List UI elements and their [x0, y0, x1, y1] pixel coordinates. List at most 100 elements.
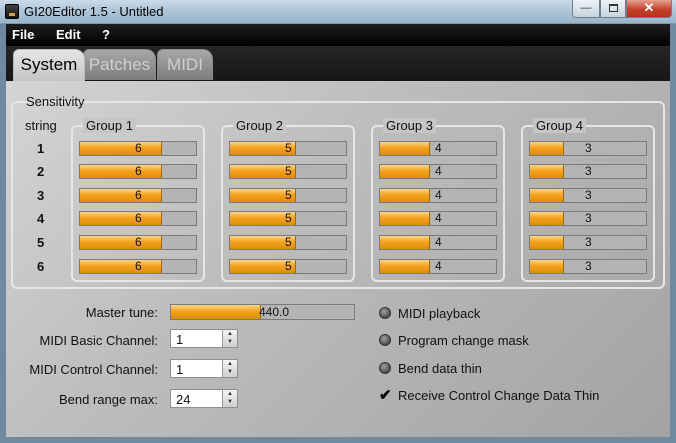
sensitivity-title: Sensitivity — [26, 94, 85, 109]
sensitivity-slider[interactable]: 6 — [79, 141, 197, 156]
sensitivity-slider[interactable]: 5 — [229, 188, 347, 203]
slider-value: 4 — [435, 141, 442, 155]
slider-value: 6 — [135, 141, 142, 155]
group-title: Group 3 — [383, 118, 436, 133]
sensitivity-slider[interactable]: 4 — [379, 164, 497, 179]
slider-value: 5 — [285, 164, 292, 178]
spin-down-icon[interactable]: ▼ — [223, 368, 237, 376]
spin-up-icon[interactable]: ▲ — [223, 360, 237, 368]
maximize-button[interactable] — [600, 0, 626, 18]
slider-fill — [530, 236, 564, 249]
window-title: GI20Editor 1.5 - Untitled — [24, 4, 164, 19]
slider-fill — [530, 260, 564, 273]
spin-up-icon[interactable]: ▲ — [223, 330, 237, 338]
sensitivity-slider[interactable]: 4 — [379, 259, 497, 274]
checkmark-icon[interactable]: ✔ — [379, 386, 392, 404]
string-number: 6 — [37, 259, 45, 274]
slider-fill — [380, 189, 430, 202]
slider-value: 3 — [585, 259, 592, 273]
tab-system[interactable]: System — [13, 49, 85, 81]
sensitivity-slider[interactable]: 6 — [79, 164, 197, 179]
menu-bar: File Edit ? — [6, 24, 670, 46]
group-title: Group 4 — [533, 118, 586, 133]
app-icon — [5, 4, 19, 19]
sensitivity-slider[interactable]: 4 — [379, 188, 497, 203]
slider-value: 4 — [435, 259, 442, 273]
sensitivity-slider[interactable]: 6 — [79, 235, 197, 250]
spin-arrows[interactable]: ▲ ▼ — [222, 330, 237, 347]
slider-fill — [530, 212, 564, 225]
slider-value: 5 — [285, 211, 292, 225]
master-tune-fill — [171, 305, 261, 319]
string-number: 2 — [37, 164, 45, 179]
sensitivity-slider[interactable]: 5 — [229, 164, 347, 179]
menu-help[interactable]: ? — [102, 27, 110, 42]
minimize-button[interactable]: — — [572, 0, 600, 18]
sensitivity-slider[interactable]: 3 — [529, 259, 647, 274]
bend-range-max-spinbox[interactable]: 24 ▲ ▼ — [170, 389, 238, 408]
slider-fill — [80, 189, 163, 202]
slider-value: 3 — [585, 235, 592, 249]
option-label: Receive Control Change Data Thin — [398, 388, 600, 403]
slider-fill — [380, 212, 430, 225]
close-button[interactable]: ✕ — [626, 0, 672, 18]
radio-icon[interactable] — [379, 362, 391, 374]
slider-fill — [80, 142, 163, 155]
tab-midi[interactable]: MIDI — [157, 49, 213, 80]
slider-value: 6 — [135, 259, 142, 273]
bend-range-max-label: Bend range max: — [58, 392, 158, 407]
string-number: 4 — [37, 211, 45, 226]
spin-arrows[interactable]: ▲ ▼ — [222, 360, 237, 377]
slider-value: 3 — [585, 141, 592, 155]
midi-control-channel-value: 1 — [176, 362, 184, 377]
sensitivity-slider[interactable]: 4 — [379, 235, 497, 250]
sensitivity-slider[interactable]: 3 — [529, 141, 647, 156]
sensitivity-slider[interactable]: 4 — [379, 141, 497, 156]
slider-value: 3 — [585, 211, 592, 225]
sensitivity-slider[interactable]: 5 — [229, 211, 347, 226]
spin-down-icon[interactable]: ▼ — [223, 398, 237, 406]
slider-fill — [530, 165, 564, 178]
menu-file[interactable]: File — [12, 27, 34, 42]
slider-value: 3 — [585, 164, 592, 178]
title-bar: GI20Editor 1.5 - Untitled — ✕ — [0, 0, 676, 24]
sensitivity-slider[interactable]: 5 — [229, 141, 347, 156]
midi-basic-channel-value: 1 — [176, 332, 184, 347]
sensitivity-slider[interactable]: 3 — [529, 235, 647, 250]
slider-fill — [380, 260, 430, 273]
sensitivity-slider[interactable]: 5 — [229, 235, 347, 250]
radio-icon[interactable] — [379, 307, 391, 319]
option-label: MIDI playback — [398, 306, 481, 321]
tab-patches[interactable]: Patches — [83, 49, 156, 80]
master-tune-slider[interactable]: 440.0 — [170, 304, 355, 320]
slider-fill — [80, 212, 163, 225]
group-title: Group 1 — [83, 118, 136, 133]
slider-fill — [80, 236, 163, 249]
sensitivity-slider[interactable]: 4 — [379, 211, 497, 226]
sensitivity-slider[interactable]: 6 — [79, 259, 197, 274]
sensitivity-slider[interactable]: 6 — [79, 211, 197, 226]
option-label: Program change mask — [398, 333, 529, 348]
slider-value: 5 — [285, 259, 292, 273]
sensitivity-slider[interactable]: 3 — [529, 188, 647, 203]
radio-icon[interactable] — [379, 334, 391, 346]
bend-range-max-value: 24 — [176, 392, 191, 407]
sensitivity-slider[interactable]: 3 — [529, 211, 647, 226]
master-tune-label: Master tune: — [85, 305, 158, 320]
slider-value: 4 — [435, 211, 442, 225]
midi-basic-channel-spinbox[interactable]: 1 ▲ ▼ — [170, 329, 238, 348]
spin-arrows[interactable]: ▲ ▼ — [222, 390, 237, 407]
slider-value: 3 — [585, 188, 592, 202]
midi-control-channel-spinbox[interactable]: 1 ▲ ▼ — [170, 359, 238, 378]
menu-edit[interactable]: Edit — [56, 27, 81, 42]
slider-value: 4 — [435, 188, 442, 202]
spin-up-icon[interactable]: ▲ — [223, 390, 237, 398]
sensitivity-slider[interactable]: 5 — [229, 259, 347, 274]
system-panel: Sensitivity string 1 2 3 4 5 6 Group 1 6 6 6 6 6 6 G… — [6, 81, 670, 437]
sensitivity-slider[interactable]: 3 — [529, 164, 647, 179]
slider-value: 6 — [135, 164, 142, 178]
sensitivity-slider[interactable]: 6 — [79, 188, 197, 203]
spin-down-icon[interactable]: ▼ — [223, 338, 237, 346]
slider-value: 5 — [285, 141, 292, 155]
string-number: 5 — [37, 235, 45, 250]
